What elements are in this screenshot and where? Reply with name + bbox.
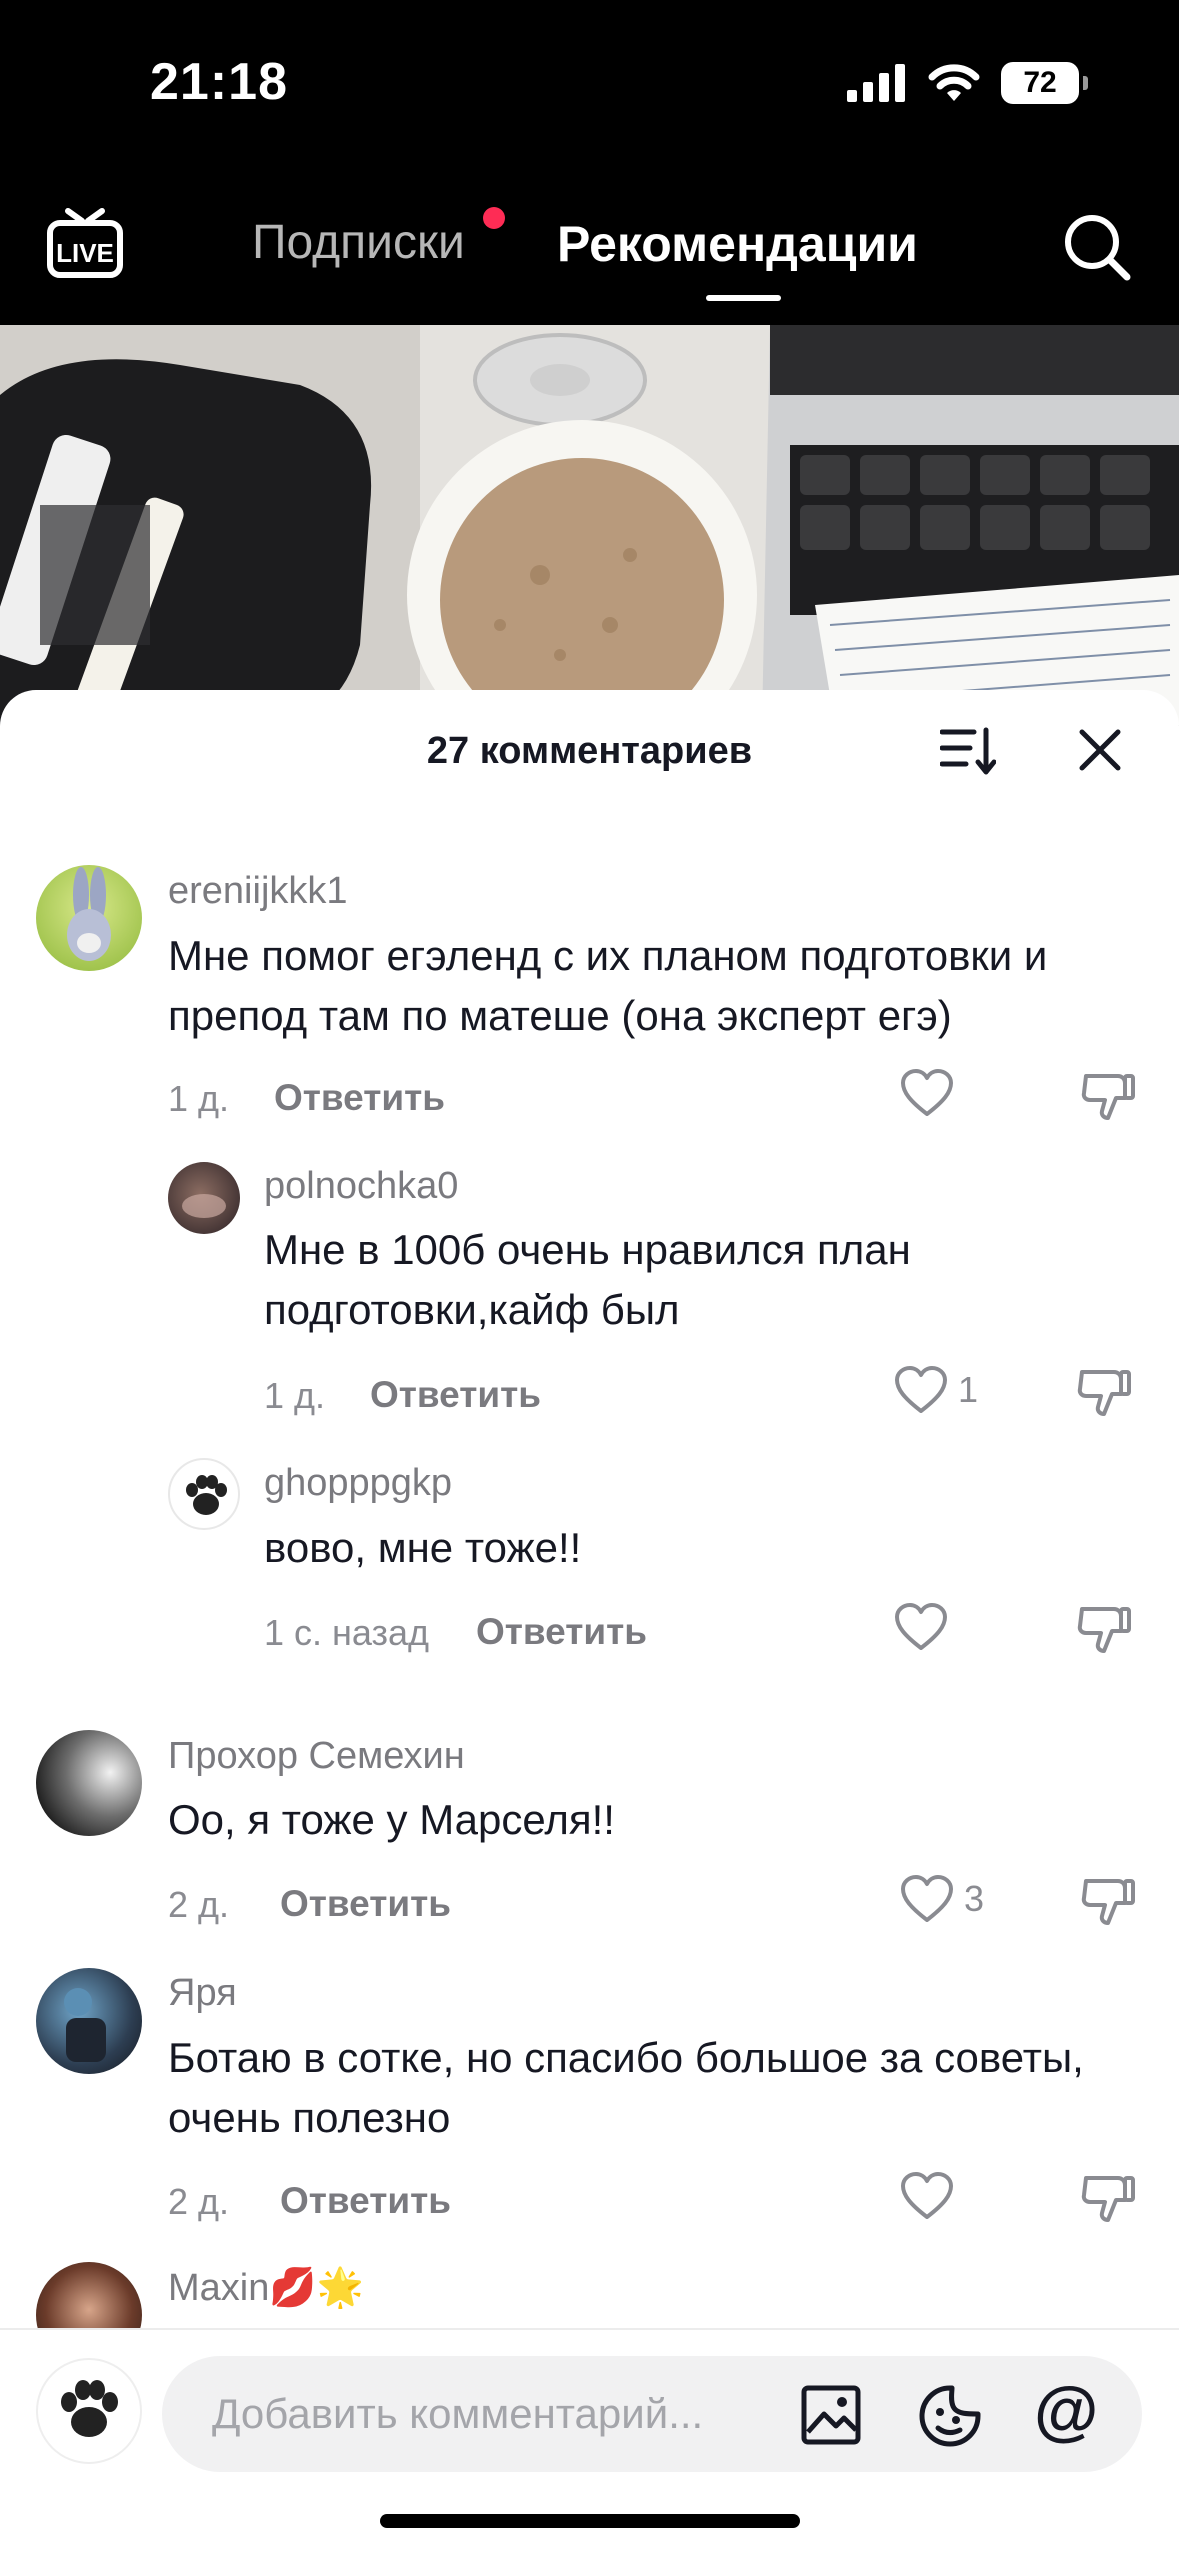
comment-text: Оо, я тоже у Марселя!! bbox=[168, 1796, 615, 1843]
avatar[interactable] bbox=[168, 1162, 240, 1234]
comments-count-title: 27 комментариев bbox=[426, 730, 753, 772]
comment-time: 1 с. назад bbox=[264, 1612, 430, 1653]
tab-following[interactable]: Подписки bbox=[252, 215, 465, 270]
status-time: 21:18 bbox=[150, 53, 288, 111]
dislike-icon[interactable] bbox=[1076, 1603, 1132, 1659]
reply-button[interactable]: Ответить bbox=[280, 1883, 451, 1925]
comment-input-placeholder: Добавить комментарий... bbox=[212, 2390, 704, 2437]
dislike-icon[interactable] bbox=[1080, 1070, 1136, 1126]
dislike-icon[interactable] bbox=[1076, 1366, 1132, 1422]
heart-icon bbox=[895, 1366, 947, 1413]
comment-username[interactable]: ghopppgkp bbox=[264, 1462, 452, 1505]
dislike-icon[interactable] bbox=[1080, 1875, 1136, 1931]
reply-button[interactable]: Ответить bbox=[274, 1077, 445, 1119]
comment-username[interactable]: polnochka0 bbox=[264, 1165, 458, 1208]
home-indicator bbox=[380, 2514, 800, 2528]
image-icon[interactable] bbox=[800, 2384, 862, 2446]
dislike-icon[interactable] bbox=[1080, 2172, 1136, 2228]
battery-level: 72 bbox=[1023, 66, 1057, 99]
status-bar: 21:18 72 bbox=[0, 0, 1179, 175]
sort-icon[interactable] bbox=[940, 726, 996, 776]
heart-icon bbox=[895, 1603, 947, 1650]
mention-icon[interactable]: @ bbox=[1034, 2374, 1098, 2446]
like-count: 3 bbox=[964, 1878, 985, 1919]
reply-button[interactable]: Ответить bbox=[476, 1611, 647, 1653]
top-nav: LIVE Подписки Рекомендации bbox=[0, 175, 1179, 325]
comment-text: Мне в 100б очень нравился план подготовк… bbox=[264, 1226, 911, 1333]
comment-time: 2 д. bbox=[168, 2181, 230, 2222]
paw-print-icon bbox=[61, 2380, 118, 2437]
comment-username[interactable]: Прохор Семехин bbox=[168, 1735, 465, 1778]
comment-username[interactable]: ereniijkkk1 bbox=[168, 870, 348, 913]
comment-time: 2 д. bbox=[168, 1884, 230, 1925]
close-icon[interactable] bbox=[1078, 728, 1122, 772]
emoji-sticker-icon[interactable] bbox=[918, 2384, 982, 2448]
comment-input[interactable]: Добавить комментарий... @ bbox=[162, 2356, 1142, 2472]
live-label: LIVE bbox=[56, 238, 114, 268]
video-preview[interactable] bbox=[0, 325, 1179, 725]
comment-time: 1 д. bbox=[264, 1375, 326, 1416]
like-button[interactable] bbox=[900, 1068, 954, 1118]
wifi-icon bbox=[928, 64, 980, 101]
current-user-avatar[interactable] bbox=[36, 2358, 142, 2464]
like-count: 1 bbox=[958, 1369, 979, 1410]
active-tab-indicator bbox=[706, 295, 781, 301]
heart-icon bbox=[901, 1875, 953, 1922]
notification-dot bbox=[483, 207, 505, 229]
like-button[interactable] bbox=[894, 1602, 948, 1652]
avatar[interactable] bbox=[36, 865, 142, 971]
tab-recommended[interactable]: Рекомендации bbox=[557, 215, 918, 273]
like-button[interactable]: 3 bbox=[900, 1874, 984, 1924]
comment-text: Мне помог егэленд с их планом подготовки… bbox=[168, 932, 1048, 1039]
comment-username[interactable]: Яря bbox=[168, 1972, 237, 2015]
heart-icon bbox=[901, 2172, 953, 2219]
status-icons: 72 bbox=[847, 62, 1088, 104]
heart-icon bbox=[901, 1069, 953, 1116]
comment-text: вово, мне тоже!! bbox=[264, 1524, 582, 1571]
reply-button[interactable]: Ответить bbox=[280, 2180, 451, 2222]
live-tv-icon[interactable]: LIVE bbox=[46, 207, 124, 281]
like-button[interactable] bbox=[900, 2171, 954, 2221]
battery-icon: 72 bbox=[1001, 62, 1088, 104]
video-frame-image bbox=[0, 325, 1179, 725]
search-icon[interactable] bbox=[1061, 211, 1133, 283]
comments-sheet: 27 комментариев ereniijkkk1 Мне помог ег… bbox=[0, 690, 1179, 2556]
like-button[interactable]: 1 bbox=[894, 1365, 978, 1415]
avatar[interactable] bbox=[36, 1730, 142, 1836]
paw-print-icon bbox=[186, 1475, 227, 1515]
avatar[interactable] bbox=[36, 1968, 142, 2074]
comment-time: 1 д. bbox=[168, 1078, 230, 1119]
cellular-signal-icon bbox=[847, 64, 905, 102]
avatar[interactable] bbox=[168, 1458, 240, 1530]
comment-username[interactable]: Maxin💋🌟 bbox=[168, 2266, 364, 2310]
comment-text: Ботаю в сотке, но спасибо большое за сов… bbox=[168, 2034, 1084, 2141]
reply-button[interactable]: Ответить bbox=[370, 1374, 541, 1416]
